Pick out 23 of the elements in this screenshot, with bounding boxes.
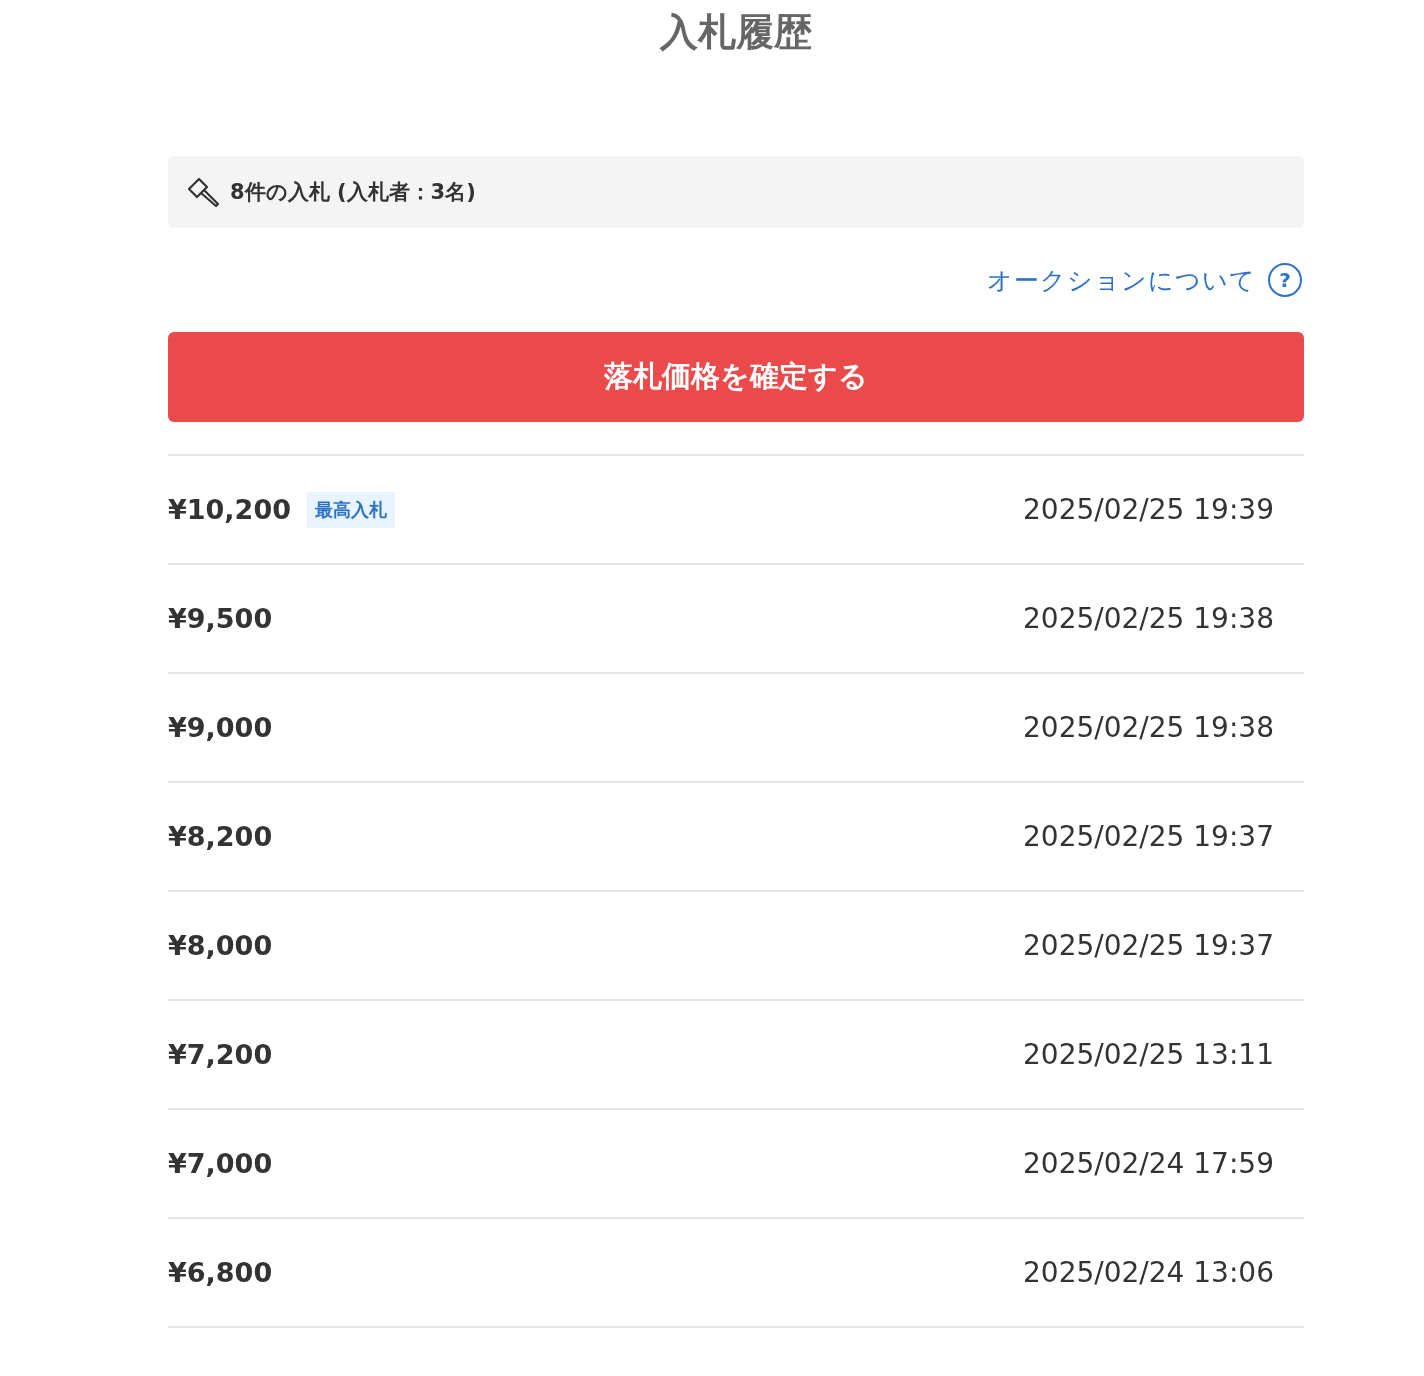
confirm-price-button[interactable]: 落札価格を確定する	[168, 332, 1304, 422]
bid-time: 2025/02/24 13:06	[1023, 1256, 1274, 1289]
bid-time: 2025/02/25 19:37	[1023, 820, 1274, 853]
page-title: 入札履歴	[658, 10, 813, 54]
bid-price: ¥9,500	[168, 603, 273, 634]
help-icon[interactable]: ?	[1268, 263, 1302, 297]
bid-price: ¥8,000	[168, 930, 273, 961]
bid-time: 2025/02/25 19:37	[1023, 929, 1274, 962]
bid-time: 2025/02/25 19:38	[1023, 711, 1274, 744]
bid-time: 2025/02/24 17:59	[1023, 1147, 1274, 1180]
about-auction-link[interactable]: オークションについて	[987, 263, 1256, 297]
bid-price: ¥6,800	[168, 1257, 273, 1288]
bid-price: ¥8,200	[168, 821, 273, 852]
bid-count-text: 8件の入札 (入札者：3名)	[230, 179, 476, 206]
bid-price: ¥9,000	[168, 712, 273, 743]
bid-time: 2025/02/25 19:38	[1023, 602, 1274, 635]
gavel-icon	[186, 175, 220, 209]
highest-bid-badge: 最高入札	[307, 491, 395, 528]
bid-price: ¥10,200	[168, 494, 291, 525]
bid-time: 2025/02/25 19:39	[1023, 493, 1274, 526]
bid-time: 2025/02/25 13:11	[1023, 1038, 1274, 1071]
bid-price: ¥7,000	[168, 1148, 273, 1179]
bid-price: ¥7,200	[168, 1039, 273, 1070]
